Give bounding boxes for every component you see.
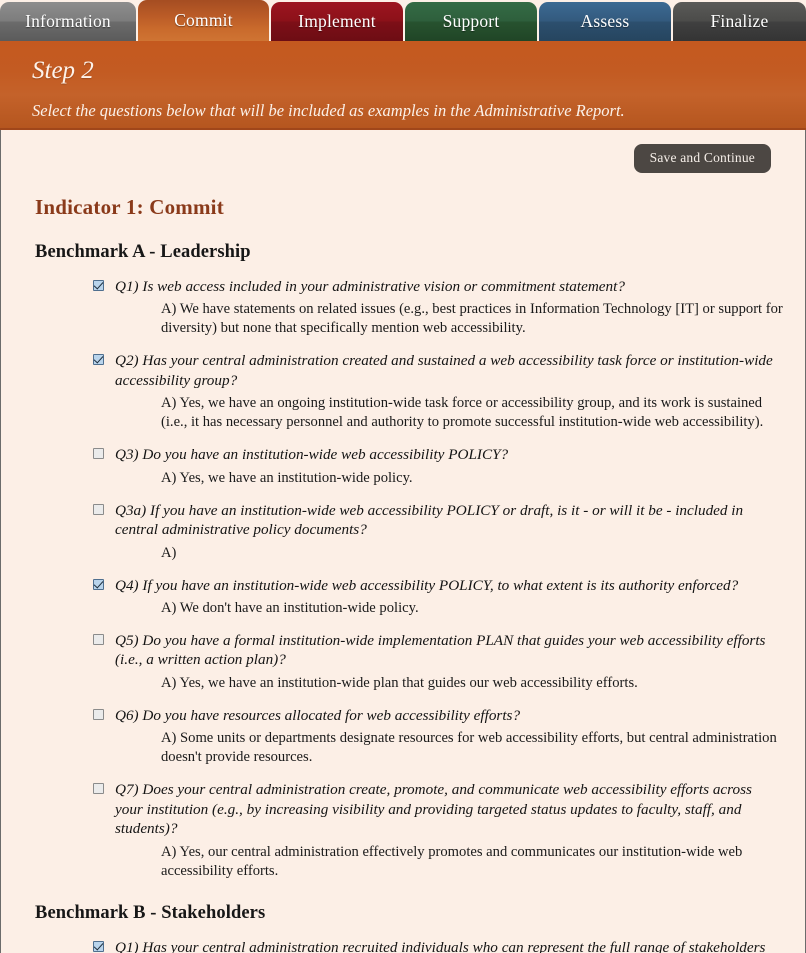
question-text: Q4) If you have an institution-wide web … — [115, 576, 739, 594]
question-item: Q3) Do you have an institution-wide web … — [23, 445, 783, 487]
answer-text: A) Yes, we have an institution-wide plan… — [161, 674, 638, 691]
checkbox-checked-icon[interactable] — [93, 940, 104, 952]
answer-text: A) Yes, we have an institution-wide poli… — [161, 469, 413, 486]
page-subtitle: Select the questions below that will be … — [32, 101, 625, 120]
benchmark-list: Benchmark A - Leadership Q1) Is web acces… — [23, 242, 783, 953]
tab-support-label: Support — [442, 11, 500, 31]
answer-text: A) We have statements on related issues … — [161, 301, 783, 337]
tab-finalize[interactable]: Finalize — [672, 2, 806, 41]
page-banner: Step 2 Select the questions below that w… — [0, 41, 806, 130]
benchmark-title: Benchmark B - Stakeholders — [35, 902, 266, 923]
answer-text: A) — [161, 544, 177, 561]
tab-support[interactable]: Support — [404, 2, 537, 41]
tab-information-label: Information — [25, 11, 111, 31]
checkbox-unchecked-icon[interactable] — [93, 448, 104, 460]
tab-bar: Information Commit Implement Support Ass… — [0, 0, 806, 41]
answer-text: A) Some units or departments designate r… — [161, 730, 777, 766]
answer-text: A) Yes, our central administration effec… — [161, 843, 743, 879]
question-text: Q7) Does your central administration cre… — [115, 781, 752, 838]
tab-commit[interactable]: Commit — [137, 0, 269, 41]
tab-assess-label: Assess — [580, 11, 630, 31]
tab-finalize-label: Finalize — [710, 11, 769, 31]
question-text: Q1) Is web access included in your admin… — [115, 278, 625, 295]
tab-information[interactable]: Information — [0, 2, 136, 41]
question-text: Q2) Has your central administration crea… — [115, 352, 773, 389]
tab-implement-label: Implement — [298, 11, 376, 31]
question-item: Q4) If you have an institution-wide web … — [23, 576, 783, 618]
question-item: Q1) Is web access included in your admin… — [23, 277, 783, 338]
indicator-title: Indicator 1: Commit — [35, 195, 224, 219]
question-text: Q3a) If you have an institution-wide web… — [115, 501, 744, 539]
question-list: Q1) Is web access included in your admin… — [23, 277, 783, 881]
checkbox-checked-icon[interactable] — [93, 354, 104, 366]
page-title: Step 2 — [32, 57, 94, 84]
toolbar: Save and Continue — [23, 130, 783, 173]
main-content: Save and Continue Indicator 1: Commit Be… — [0, 130, 806, 953]
checkbox-checked-icon[interactable] — [93, 578, 104, 590]
question-text: Q1) Has your central administration recr… — [115, 938, 766, 953]
checkbox-checked-icon[interactable] — [93, 280, 104, 291]
save-and-continue-button[interactable]: Save and Continue — [633, 144, 771, 173]
benchmark-title: Benchmark A - Leadership — [35, 242, 251, 262]
question-text: Q6) Do you have resources allocated for … — [115, 706, 521, 724]
checkbox-unchecked-icon[interactable] — [93, 633, 104, 645]
question-item: Q1) Has your central administration recr… — [23, 938, 783, 953]
tab-assess[interactable]: Assess — [538, 2, 671, 41]
checkbox-unchecked-icon[interactable] — [93, 708, 104, 720]
question-item: Q6) Do you have resources allocated for … — [23, 706, 783, 767]
question-item: Q2) Has your central administration crea… — [23, 351, 783, 432]
question-text: Q3) Do you have an institution-wide web … — [115, 446, 509, 464]
checkbox-unchecked-icon[interactable] — [93, 783, 104, 795]
question-list: Q1) Has your central administration recr… — [23, 938, 783, 953]
answer-text: A) Yes, we have an ongoing institution-w… — [161, 395, 764, 431]
question-item: Q7) Does your central administration cre… — [23, 780, 783, 880]
question-item: Q3a) If you have an institution-wide web… — [23, 501, 783, 563]
tab-implement[interactable]: Implement — [270, 2, 403, 41]
question-item: Q5) Do you have a formal institution-wid… — [23, 631, 783, 693]
checkbox-unchecked-icon[interactable] — [93, 503, 104, 515]
tab-commit-label: Commit — [174, 10, 233, 30]
answer-text: A) We don't have an institution-wide pol… — [161, 599, 419, 616]
question-text: Q5) Do you have a formal institution-wid… — [115, 631, 766, 669]
